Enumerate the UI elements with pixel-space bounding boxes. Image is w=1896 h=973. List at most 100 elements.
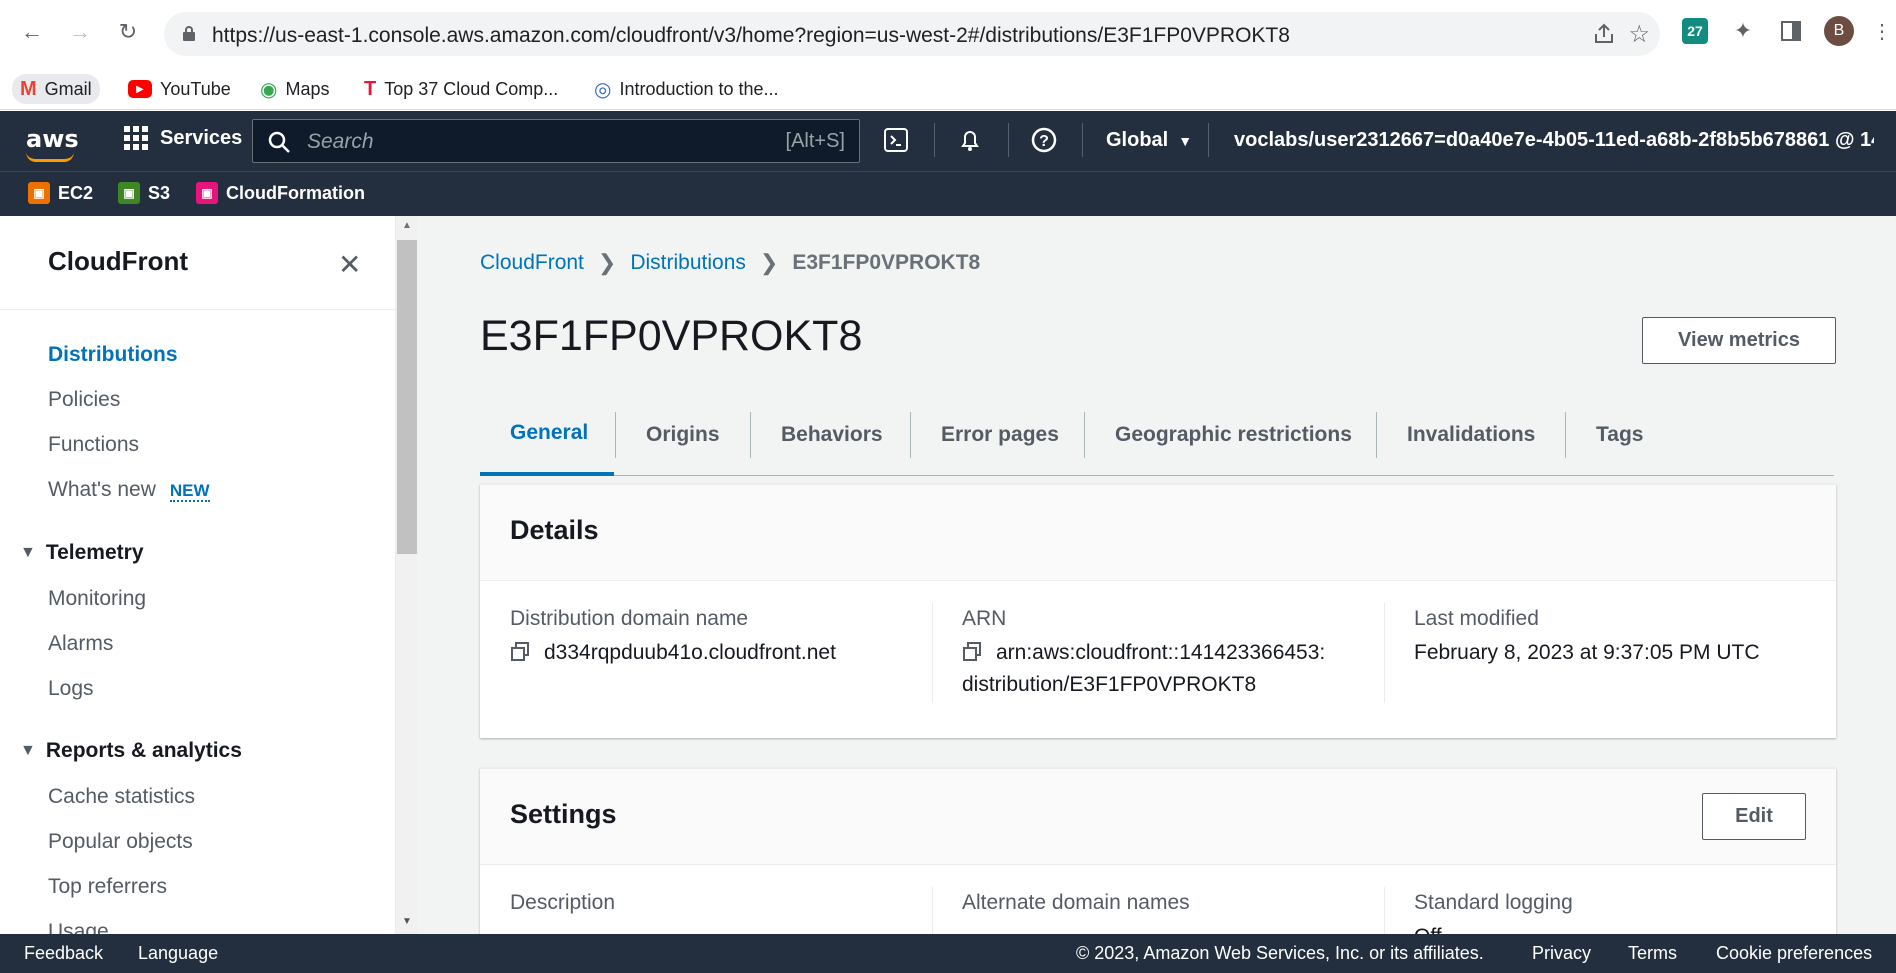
sidebar-item-alarms[interactable]: Alarms	[48, 632, 113, 656]
gmail-icon: M	[20, 77, 37, 100]
reload-icon[interactable]: ↻	[114, 18, 142, 46]
address-bar[interactable]: https://us-east-1.console.aws.amazon.com…	[164, 12, 1660, 56]
chrome-menu-icon[interactable]: ⋮	[1872, 18, 1892, 44]
sidebar-item-usage[interactable]: Usage	[48, 920, 109, 934]
console-search[interactable]: Search [Alt+S]	[252, 119, 860, 163]
copy-icon[interactable]	[962, 642, 982, 662]
feedback-link[interactable]: Feedback	[24, 943, 103, 964]
ec2-icon: ▣	[28, 182, 50, 204]
scrollbar-thumb[interactable]	[397, 240, 417, 554]
arn-value-line2: distribution/E3F1FP0VPROKT8	[962, 673, 1257, 696]
bookmark-star-icon[interactable]: ☆	[1628, 20, 1650, 49]
sidebar-item-functions[interactable]: Functions	[48, 433, 139, 457]
lock-icon	[183, 26, 195, 41]
tab-behaviors[interactable]: Behaviors	[751, 394, 913, 476]
console-footer: Feedback Language © 2023, Amazon Web Ser…	[0, 934, 1896, 973]
chevron-right-icon: ❯	[597, 250, 617, 275]
notifications-bell-icon[interactable]	[954, 124, 986, 156]
cookie-preferences-link[interactable]: Cookie preferences	[1716, 943, 1872, 964]
tab-list: General Origins Behaviors Error pages Ge…	[480, 394, 1834, 476]
youtube-icon: ▶	[128, 80, 152, 98]
standard-logging-label: Standard logging	[1414, 891, 1573, 914]
help-icon[interactable]: ?	[1028, 124, 1060, 156]
share-icon[interactable]	[1592, 22, 1616, 46]
sidebar-title: CloudFront	[48, 246, 189, 276]
breadcrumb-distributions[interactable]: Distributions	[630, 251, 746, 275]
sidebar-item-popular-objects[interactable]: Popular objects	[48, 830, 193, 854]
profile-avatar[interactable]: B	[1824, 16, 1854, 46]
last-modified-value: February 8, 2023 at 9:37:05 PM UTC	[1414, 641, 1760, 664]
sidebar-item-monitoring[interactable]: Monitoring	[48, 587, 146, 611]
tab-error-pages[interactable]: Error pages	[911, 394, 1089, 476]
sidebar-item-cache-statistics[interactable]: Cache statistics	[48, 785, 195, 809]
sidebar-item-whats-new[interactable]: What's new NEW	[48, 478, 210, 502]
t-logo-icon: T	[364, 77, 377, 100]
breadcrumb-current: E3F1FP0VPROKT8	[792, 251, 981, 274]
scroll-up-arrow-icon[interactable]: ▲	[402, 220, 412, 231]
section-reports-analytics[interactable]: ▼ Reports & analytics	[20, 739, 242, 763]
section-telemetry[interactable]: ▼ Telemetry	[20, 541, 144, 565]
aws-logo[interactable]: aws	[26, 125, 79, 153]
details-panel: Details Distribution domain name d334rqp…	[480, 484, 1836, 738]
region-selector[interactable]: Global ▼	[1106, 129, 1192, 152]
forward-arrow-icon[interactable]: →	[66, 18, 94, 46]
details-heading: Details	[510, 515, 599, 545]
bookmarks-bar: M Gmail ▶ YouTube ◉ Maps T Top 37 Cloud Comp…	[0, 68, 1896, 110]
breadcrumb: CloudFront ❯ Distributions ❯ E3F1FP0VPRO…	[480, 250, 980, 276]
sidebar-scrollbar[interactable]: ▲ ▼	[396, 216, 418, 934]
services-menu[interactable]: Services	[124, 126, 242, 150]
settings-heading: Settings	[510, 799, 617, 829]
language-link[interactable]: Language	[138, 943, 218, 964]
sidebar-item-policies[interactable]: Policies	[48, 388, 120, 412]
sidebar-item-top-referrers[interactable]: Top referrers	[48, 875, 167, 899]
bookmark-youtube[interactable]: ▶ YouTube	[120, 74, 239, 104]
copy-icon[interactable]	[510, 642, 530, 662]
terms-link[interactable]: Terms	[1628, 943, 1677, 964]
page-title: E3F1FP0VPROKT8	[480, 312, 863, 360]
chevron-right-icon: ❯	[759, 250, 779, 275]
arn-value-line1: arn:aws:cloudfront::141423366453:	[996, 641, 1326, 664]
sidebar-item-distributions[interactable]: Distributions	[48, 343, 178, 367]
search-icon	[268, 131, 290, 153]
close-icon[interactable]: ✕	[338, 248, 361, 281]
browser-toolbar: ← → ↻ https://us-east-1.console.aws.amaz…	[0, 0, 1896, 68]
bookmark-gmail[interactable]: M Gmail	[12, 74, 100, 104]
extensions-puzzle-icon[interactable]: ✦	[1730, 18, 1756, 44]
description-label: Description	[510, 891, 616, 914]
breadcrumb-cloudfront[interactable]: CloudFront	[480, 251, 584, 275]
settings-panel: Settings Edit Description Alternate doma…	[480, 768, 1836, 948]
view-metrics-button[interactable]: View metrics	[1642, 317, 1836, 364]
tab-origins[interactable]: Origins	[616, 394, 750, 476]
tab-geographic-restrictions[interactable]: Geographic restrictions	[1085, 394, 1382, 476]
favorite-ec2[interactable]: ▣ EC2	[28, 182, 93, 204]
bookmark-introduction[interactable]: ◎ Introduction to the...	[586, 74, 787, 104]
tab-general[interactable]: General	[480, 394, 614, 476]
s3-icon: ▣	[118, 182, 140, 204]
copyright-text: © 2023, Amazon Web Services, Inc. or its…	[1076, 943, 1484, 963]
cloudshell-icon[interactable]	[880, 124, 912, 156]
bookmark-maps[interactable]: ◉ Maps	[252, 74, 337, 104]
services-grid-icon	[124, 126, 148, 150]
favorite-s3[interactable]: ▣ S3	[118, 182, 170, 204]
caret-down-icon: ▼	[1178, 132, 1193, 149]
tab-invalidations[interactable]: Invalidations	[1377, 394, 1565, 476]
account-menu[interactable]: voclabs/user2312667=d0a40e7e-4b05-11ed-a…	[1234, 129, 1874, 152]
sidebar-item-logs[interactable]: Logs	[48, 677, 94, 701]
domain-name-label: Distribution domain name	[510, 607, 749, 630]
bookmark-cloud-comp[interactable]: T Top 37 Cloud Comp...	[356, 74, 566, 104]
tab-tags[interactable]: Tags	[1566, 394, 1673, 476]
new-badge: NEW	[169, 481, 210, 502]
back-arrow-icon[interactable]: ←	[18, 18, 46, 46]
aws-header: aws Services Search [Alt+S] ? Global ▼ vo…	[0, 111, 1896, 216]
edit-button[interactable]: Edit	[1702, 793, 1806, 840]
scroll-down-arrow-icon[interactable]: ▼	[402, 916, 412, 927]
side-panel-icon[interactable]	[1778, 18, 1804, 44]
favorite-cloudformation[interactable]: ▣ CloudFormation	[196, 182, 365, 204]
privacy-link[interactable]: Privacy	[1532, 943, 1591, 964]
arn-label: ARN	[962, 607, 1007, 630]
domain-name-value: d334rqpduub41o.cloudfront.net	[544, 641, 836, 664]
url-text[interactable]: https://us-east-1.console.aws.amazon.com…	[212, 24, 1290, 48]
calendar-extension-icon[interactable]: 27	[1682, 18, 1708, 44]
aws-smile-icon	[26, 152, 74, 162]
main-content: CloudFront ❯ Distributions ❯ E3F1FP0VPRO…	[418, 216, 1896, 948]
